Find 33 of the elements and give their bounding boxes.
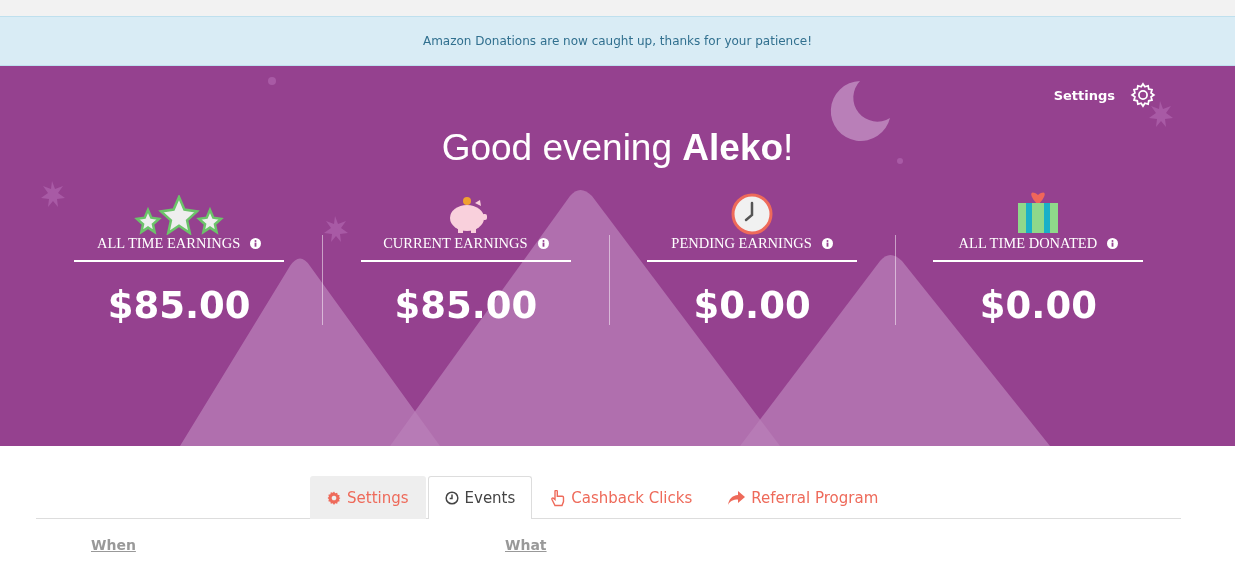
moon-icon bbox=[830, 81, 890, 141]
stat-label: CURRENT EARNINGS bbox=[383, 235, 528, 252]
tab[interactable]: Referral Program bbox=[711, 476, 896, 519]
stat-label: ALL TIME DONATED bbox=[958, 235, 1098, 252]
pointing-hand-icon bbox=[551, 489, 566, 507]
settings-link[interactable]: Settings bbox=[1053, 87, 1115, 103]
share-arrow-icon bbox=[728, 491, 746, 505]
stat-label: ALL TIME EARNINGS bbox=[96, 235, 241, 252]
tab[interactable]: Events bbox=[427, 476, 533, 519]
info-icon[interactable] bbox=[1107, 238, 1119, 249]
dot-icon bbox=[268, 77, 276, 85]
greeting-heading: Good evening Aleko! bbox=[441, 127, 794, 169]
sparkle-icon bbox=[324, 216, 348, 242]
notice-text: Amazon Donations are now caught up, thanks for your patience! bbox=[422, 34, 812, 48]
gear-icon bbox=[327, 491, 341, 505]
clock-icon bbox=[444, 491, 459, 505]
column-header[interactable]: What bbox=[505, 537, 919, 553]
info-icon[interactable] bbox=[537, 238, 549, 249]
tab[interactable]: Cashback Clicks bbox=[534, 476, 710, 519]
stat-amount: $0.00 bbox=[693, 284, 811, 327]
stat-amount: $85.00 bbox=[107, 284, 251, 327]
stat-amount: $0.00 bbox=[979, 284, 1097, 327]
stat-label: PENDING EARNINGS bbox=[671, 235, 812, 252]
info-icon[interactable] bbox=[250, 238, 262, 249]
stat-amount: $85.00 bbox=[394, 284, 538, 327]
tab[interactable]: Settings bbox=[310, 476, 426, 519]
column-header[interactable]: When bbox=[91, 537, 505, 553]
settings-icon[interactable] bbox=[1129, 81, 1157, 109]
info-icon[interactable] bbox=[821, 238, 833, 249]
dot-icon bbox=[897, 158, 903, 164]
sparkle-icon bbox=[41, 181, 65, 207]
clock-icon bbox=[731, 193, 774, 235]
sparkle-icon bbox=[1149, 101, 1173, 127]
